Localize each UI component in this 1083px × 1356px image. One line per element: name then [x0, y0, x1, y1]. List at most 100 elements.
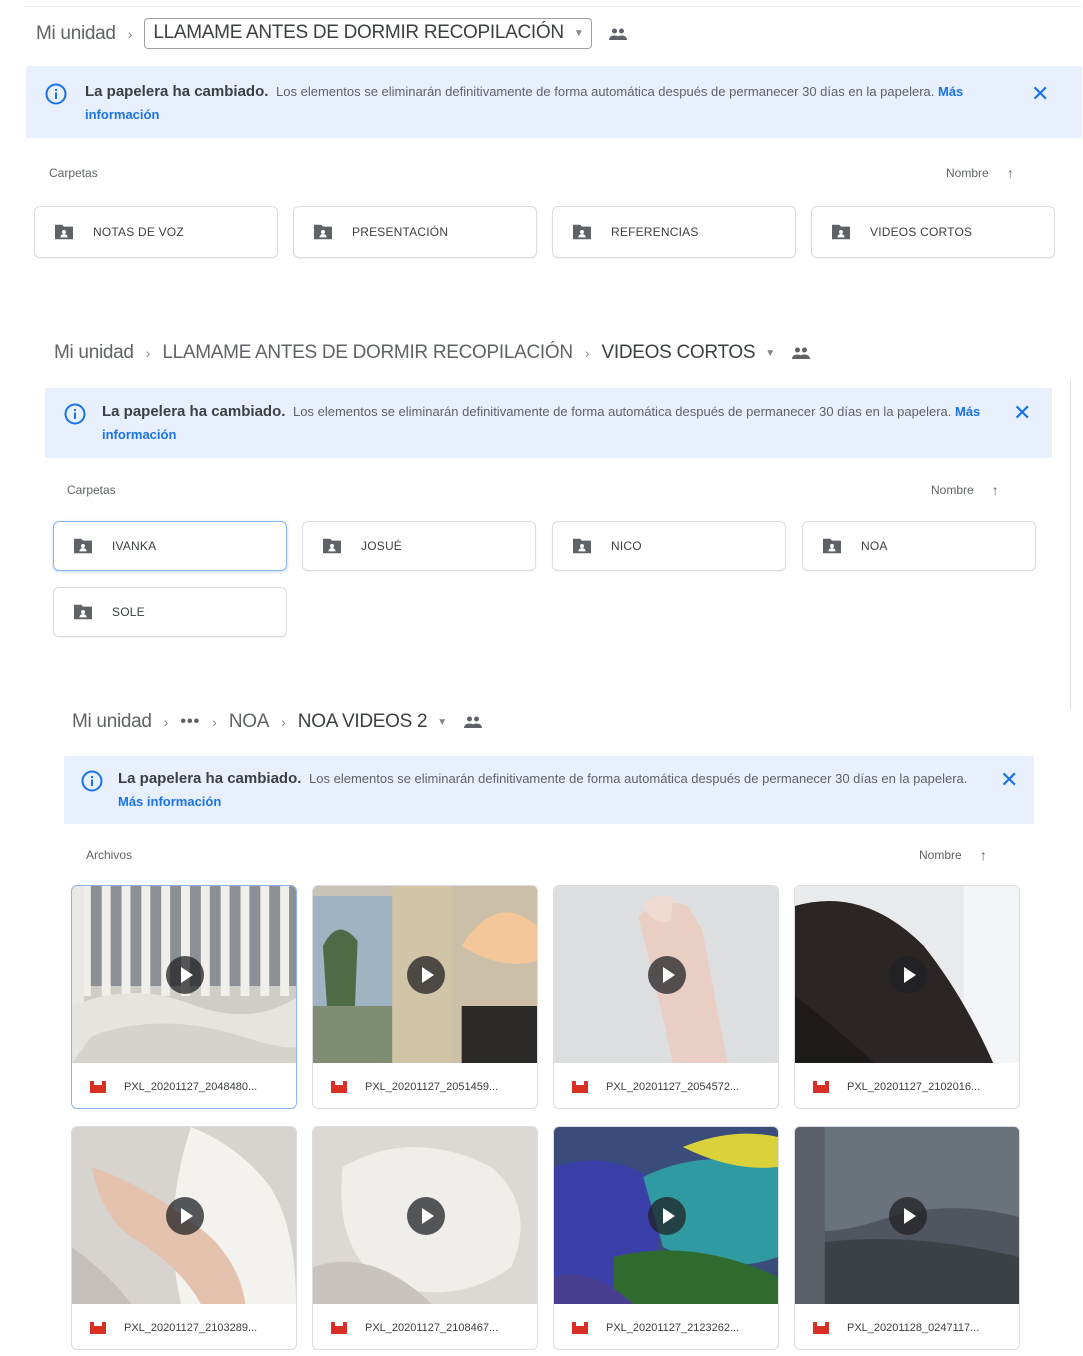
play-icon[interactable]	[648, 956, 686, 994]
folder-item[interactable]: NOA	[802, 521, 1036, 571]
banner-message: La papelera ha cambiado. Los elementos s…	[118, 767, 988, 813]
breadcrumb: Mi unidad › ••• › NOA › NOA VIDEOS 2 ▼	[72, 711, 483, 733]
folder-item[interactable]: PRESENTACIÓN	[293, 206, 537, 258]
video-file-icon	[90, 1321, 106, 1334]
file-tile[interactable]: PXL_20201127_2103289...	[71, 1126, 297, 1350]
video-file-icon	[331, 1080, 347, 1093]
file-name: PXL_20201127_2051459...	[365, 1080, 499, 1093]
folder-item[interactable]: NOTAS DE VOZ	[34, 206, 278, 258]
breadcrumb-current-label: LLAMAME ANTES DE DORMIR RECOPILACIÓN	[153, 22, 564, 43]
folder-item[interactable]: REFERENCIAS	[552, 206, 796, 258]
chevron-right-icon: ›	[145, 345, 151, 361]
breadcrumb-current-dropdown[interactable]: LLAMAME ANTES DE DORMIR RECOPILACIÓN ▼	[144, 18, 593, 49]
section-label-folders: Carpetas	[67, 483, 116, 497]
shared-folder-icon	[312, 223, 334, 241]
banner-body: Los elementos se eliminarán definitivame…	[293, 404, 952, 419]
folder-item[interactable]: NICO	[552, 521, 786, 571]
play-icon[interactable]	[648, 1197, 686, 1235]
breadcrumb-root[interactable]: Mi unidad	[72, 711, 152, 733]
file-tile[interactable]: PXL_20201127_2054572...	[553, 885, 779, 1109]
folder-item[interactable]: VIDEOS CORTOS	[811, 206, 1055, 258]
file-tile[interactable]: PXL_20201127_2051459...	[312, 885, 538, 1109]
breadcrumb-parent[interactable]: LLAMAME ANTES DE DORMIR RECOPILACIÓN	[162, 342, 573, 364]
file-tile[interactable]: PXL_20201128_0247117...	[794, 1126, 1020, 1350]
trash-notice-banner: La papelera ha cambiado. Los elementos s…	[26, 66, 1082, 138]
sort-label: Nombre	[946, 166, 989, 180]
play-icon[interactable]	[166, 1197, 204, 1235]
file-name: PXL_20201127_2123262...	[606, 1321, 740, 1334]
more-info-link[interactable]: Más información	[118, 794, 221, 809]
file-name: PXL_20201127_2103289...	[124, 1321, 258, 1334]
caret-down-icon[interactable]: ▼	[765, 348, 775, 359]
shared-folder-icon	[72, 603, 94, 621]
folder-name: JOSUÉ	[361, 539, 403, 553]
chevron-right-icon: ›	[127, 25, 133, 42]
video-file-icon	[331, 1321, 347, 1334]
arrow-up-icon[interactable]: ↑	[1007, 165, 1014, 181]
folder-item[interactable]: SOLE	[53, 587, 287, 637]
file-footer: PXL_20201127_2054572...	[554, 1063, 778, 1108]
caret-down-icon[interactable]: ▼	[437, 717, 447, 728]
play-icon[interactable]	[166, 956, 204, 994]
breadcrumb: Mi unidad › LLAMAME ANTES DE DORMIR RECO…	[54, 342, 811, 364]
shared-folder-icon	[321, 537, 343, 555]
breadcrumb-parent[interactable]: NOA	[229, 711, 270, 733]
banner-message: La papelera ha cambiado. Los elementos s…	[85, 80, 1015, 126]
shared-folder-icon	[53, 223, 75, 241]
breadcrumb-root[interactable]: Mi unidad	[36, 23, 116, 45]
folder-name: IVANKA	[112, 539, 157, 553]
chevron-right-icon: ›	[584, 345, 590, 361]
banner-body: Los elementos se eliminarán definitivame…	[276, 84, 935, 99]
arrow-up-icon[interactable]: ↑	[992, 482, 999, 498]
breadcrumb-current[interactable]: VIDEOS CORTOS	[601, 342, 755, 364]
arrow-up-icon[interactable]: ↑	[980, 847, 987, 863]
file-tile[interactable]: PXL_20201127_2123262...	[553, 1126, 779, 1350]
scrollbar-track[interactable]	[1070, 380, 1071, 710]
play-icon[interactable]	[889, 956, 927, 994]
section-label-files: Archivos	[86, 848, 133, 862]
file-footer: PXL_20201127_2051459...	[313, 1063, 537, 1108]
sort-control[interactable]: Nombre ↑	[919, 847, 987, 863]
folder-name: SOLE	[112, 605, 145, 619]
sort-label: Nombre	[931, 483, 974, 497]
shared-folder-icon	[830, 223, 852, 241]
file-footer: PXL_20201127_2108467...	[313, 1304, 537, 1349]
file-footer: PXL_20201128_0247117...	[795, 1304, 1019, 1349]
breadcrumb-current[interactable]: NOA VIDEOS 2	[298, 711, 428, 733]
section-label-folders: Carpetas	[49, 166, 98, 180]
banner-message: La papelera ha cambiado. Los elementos s…	[102, 400, 992, 446]
folder-item[interactable]: IVANKA	[53, 521, 287, 571]
breadcrumb: Mi unidad › LLAMAME ANTES DE DORMIR RECO…	[36, 18, 628, 49]
sort-control[interactable]: Nombre ↑	[931, 482, 999, 498]
play-icon[interactable]	[889, 1197, 927, 1235]
file-name: PXL_20201128_0247117...	[847, 1321, 980, 1334]
play-icon[interactable]	[407, 1197, 445, 1235]
breadcrumb-root[interactable]: Mi unidad	[54, 342, 134, 364]
chevron-right-icon: ›	[163, 714, 169, 730]
info-circle-icon	[80, 769, 104, 793]
close-icon[interactable]: ✕	[1013, 402, 1031, 424]
file-name: PXL_20201127_2108467...	[365, 1321, 499, 1334]
folder-item[interactable]: JOSUÉ	[302, 521, 536, 571]
folder-name: NICO	[611, 539, 642, 553]
chevron-right-icon: ›	[281, 714, 286, 730]
file-footer: PXL_20201127_2048480...	[72, 1063, 296, 1108]
shared-people-icon	[608, 27, 628, 41]
file-name: PXL_20201127_2048480...	[124, 1080, 258, 1093]
shared-people-icon	[791, 346, 811, 360]
banner-title: La papelera ha cambiado.	[102, 403, 286, 420]
sort-control[interactable]: Nombre ↑	[946, 165, 1014, 181]
more-horizontal-icon[interactable]: •••	[180, 713, 200, 731]
file-tile[interactable]: PXL_20201127_2108467...	[312, 1126, 538, 1350]
close-icon[interactable]: ✕	[1000, 769, 1018, 791]
folder-name: NOTAS DE VOZ	[93, 225, 184, 239]
file-footer: PXL_20201127_2102016...	[795, 1063, 1019, 1108]
file-tile[interactable]: PXL_20201127_2048480...	[71, 885, 297, 1109]
info-circle-icon	[63, 402, 87, 426]
play-icon[interactable]	[407, 956, 445, 994]
close-icon[interactable]: ✕	[1031, 83, 1049, 105]
file-tile[interactable]: PXL_20201127_2102016...	[794, 885, 1020, 1109]
sort-label: Nombre	[919, 848, 962, 862]
banner-title: La papelera ha cambiado.	[85, 83, 269, 100]
folder-name: REFERENCIAS	[611, 225, 699, 239]
